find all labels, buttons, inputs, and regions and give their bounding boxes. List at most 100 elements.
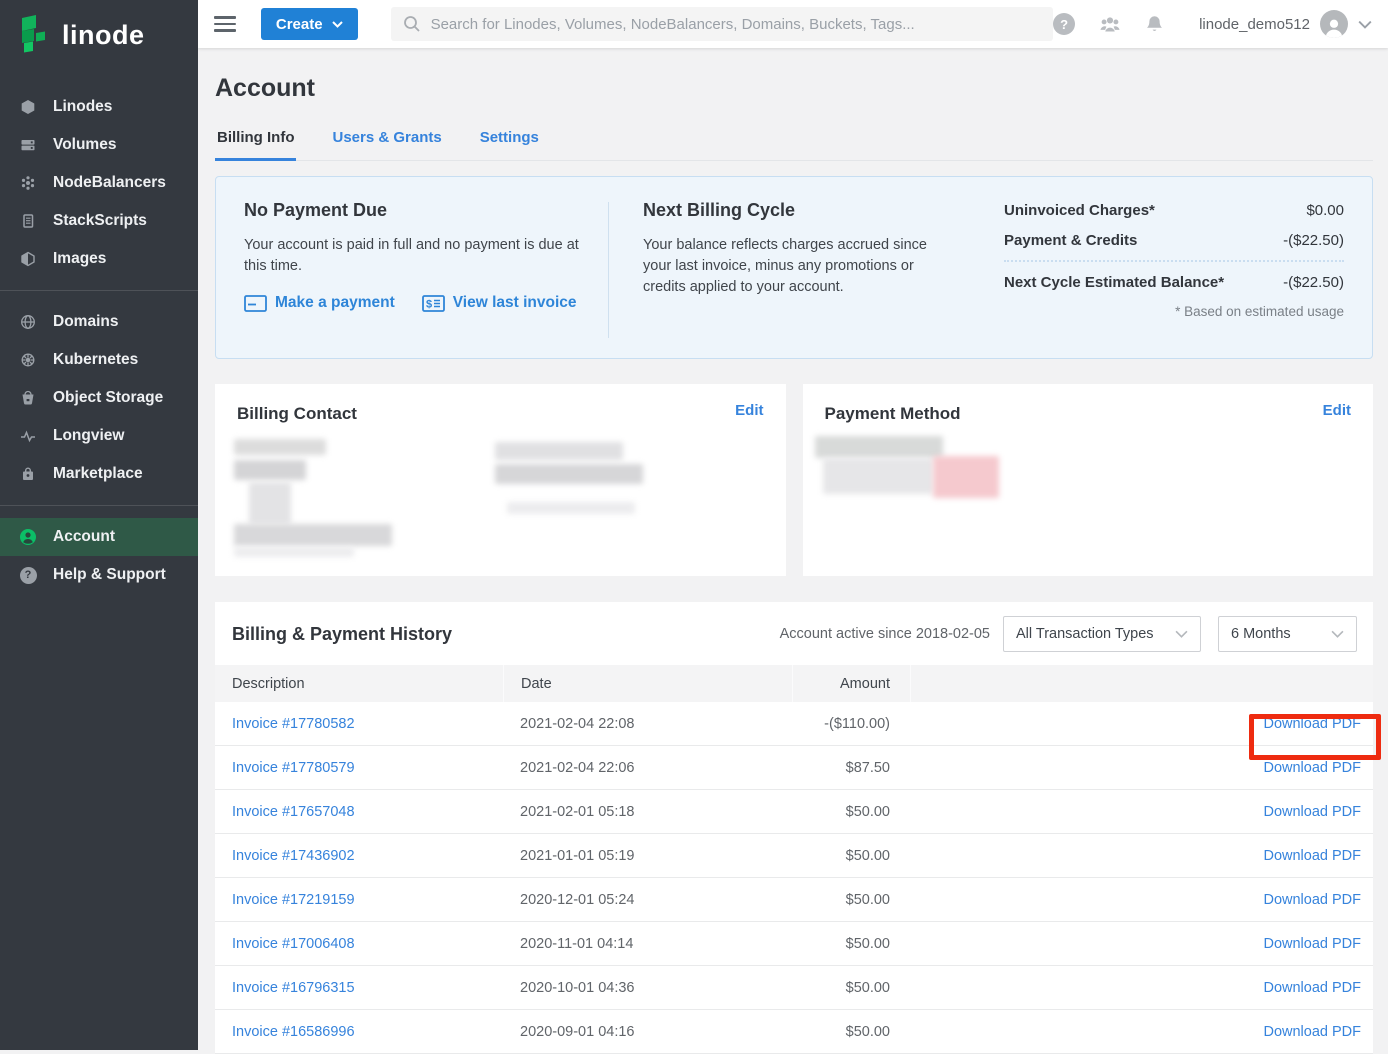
- avatar: [1320, 10, 1348, 38]
- sidebar-item-kubernetes[interactable]: Kubernetes: [0, 341, 198, 379]
- page-title: Account: [215, 74, 1373, 103]
- download-pdf-link[interactable]: Download PDF: [1263, 760, 1361, 776]
- sidebar-item-help-support[interactable]: ? Help & Support: [0, 556, 198, 594]
- sidebar-item-domains[interactable]: Domains: [0, 303, 198, 341]
- chevron-down-icon: [1358, 20, 1372, 29]
- next-billing-cycle-title: Next Billing Cycle: [643, 200, 969, 221]
- tab-settings[interactable]: Settings: [478, 120, 541, 161]
- images-icon: [16, 251, 40, 267]
- sidebar-item-object-storage[interactable]: Object Storage: [0, 379, 198, 417]
- sidebar-item-account[interactable]: Account: [0, 518, 198, 556]
- sidebar: linode Linodes Volumes NodeBalancers Sta…: [0, 0, 198, 1050]
- redacted-text: [249, 482, 291, 524]
- table-row: Invoice #17657048 2021-02-01 05:18 $50.0…: [215, 790, 1373, 834]
- download-pdf-link[interactable]: Download PDF: [1263, 892, 1361, 908]
- download-pdf-link[interactable]: Download PDF: [1263, 804, 1361, 820]
- download-pdf-link[interactable]: Download PDF: [1263, 936, 1361, 952]
- sidebar-divider: [0, 290, 198, 291]
- no-payment-due-body: Your account is paid in full and no paym…: [244, 235, 584, 277]
- download-pdf-link[interactable]: Download PDF: [1263, 1024, 1361, 1040]
- object-storage-icon: [16, 390, 40, 406]
- sidebar-item-marketplace[interactable]: Marketplace: [0, 455, 198, 493]
- payment-method-card: Payment Method Edit: [803, 384, 1374, 576]
- no-payment-due-title: No Payment Due: [244, 200, 584, 221]
- sidebar-item-longview[interactable]: Longview: [0, 417, 198, 455]
- no-payment-due-section: No Payment Due Your account is paid in f…: [244, 200, 608, 358]
- sidebar-item-images[interactable]: Images: [0, 240, 198, 278]
- invoice-amount: $50.00: [792, 892, 910, 908]
- invoice-link[interactable]: Invoice #17780579: [232, 760, 355, 776]
- billing-figures: Uninvoiced Charges* $0.00 Payment & Cred…: [1004, 200, 1344, 358]
- redacted-card-logo: [933, 456, 999, 498]
- invoice-date: 2021-02-01 05:18: [503, 804, 792, 820]
- billing-contact-title: Billing Contact: [237, 404, 764, 424]
- invoice-link[interactable]: Invoice #16796315: [232, 980, 355, 996]
- username: linode_demo512: [1199, 16, 1310, 33]
- invoice-amount: $87.50: [792, 760, 910, 776]
- table-row: Invoice #17780579 2021-02-04 22:06 $87.5…: [215, 746, 1373, 790]
- menu-icon[interactable]: [214, 16, 236, 32]
- download-pdf-link[interactable]: Download PDF: [1263, 716, 1361, 732]
- estimated-balance-value: -($22.50): [1283, 274, 1344, 291]
- invoice-amount: $50.00: [792, 936, 910, 952]
- column-description: Description: [215, 665, 503, 702]
- linode-icon: [16, 99, 40, 115]
- payment-method-title: Payment Method: [825, 404, 1352, 424]
- invoice-link[interactable]: Invoice #17219159: [232, 892, 355, 908]
- column-amount: Amount: [792, 665, 910, 702]
- payment-method-edit-link[interactable]: Edit: [1323, 402, 1351, 419]
- tab-billing-info[interactable]: Billing Info: [215, 120, 296, 161]
- invoice-link[interactable]: Invoice #17780582: [232, 716, 355, 732]
- invoice-link[interactable]: Invoice #17436902: [232, 848, 355, 864]
- invoice-link[interactable]: Invoice #17657048: [232, 804, 355, 820]
- invoice-date: 2020-10-01 04:36: [503, 980, 792, 996]
- next-billing-cycle-section: Next Billing Cycle Your balance reflects…: [609, 200, 969, 358]
- search-input[interactable]: [431, 16, 1041, 33]
- uninvoiced-charges-label: Uninvoiced Charges*: [1004, 202, 1155, 219]
- linode-logo-icon: [16, 15, 52, 55]
- redacted-text: [234, 524, 392, 546]
- invoice-link[interactable]: Invoice #16586996: [232, 1024, 355, 1040]
- download-pdf-link[interactable]: Download PDF: [1263, 848, 1361, 864]
- redacted-card-info: [823, 458, 933, 494]
- invoice-link[interactable]: Invoice #17006408: [232, 936, 355, 952]
- make-payment-link[interactable]: Make a payment: [244, 294, 395, 312]
- notifications-bell-icon[interactable]: [1145, 14, 1164, 35]
- create-button[interactable]: Create: [261, 8, 358, 40]
- community-icon[interactable]: [1098, 15, 1122, 33]
- payment-credits-label: Payment & Credits: [1004, 232, 1137, 249]
- redacted-text: [495, 464, 643, 484]
- download-pdf-link[interactable]: Download PDF: [1263, 980, 1361, 996]
- table-header: Description Date Amount: [215, 665, 1373, 702]
- invoice-amount: $50.00: [792, 1024, 910, 1040]
- billing-contact-card: Billing Contact Edit: [215, 384, 786, 576]
- date-range-select[interactable]: 6 Months: [1218, 616, 1357, 652]
- billing-contact-edit-link[interactable]: Edit: [735, 402, 763, 419]
- search-bar: [391, 7, 1053, 41]
- column-actions: [910, 665, 1373, 702]
- invoice-date: 2021-02-04 22:06: [503, 760, 792, 776]
- linode-logo[interactable]: linode: [0, 0, 198, 70]
- sidebar-item-volumes[interactable]: Volumes: [0, 126, 198, 164]
- invoice-amount: $50.00: [792, 804, 910, 820]
- credit-card-icon: [244, 295, 267, 312]
- volumes-icon: [16, 137, 40, 153]
- user-menu[interactable]: linode_demo512: [1187, 10, 1372, 38]
- search-icon: [403, 15, 421, 33]
- invoice-icon: $: [422, 295, 445, 312]
- next-billing-cycle-body: Your balance reflects charges accrued si…: [643, 235, 953, 298]
- transaction-type-select[interactable]: All Transaction Types: [1003, 616, 1201, 652]
- invoice-amount: -($110.00): [792, 716, 910, 732]
- view-last-invoice-link[interactable]: $ View last invoice: [422, 294, 577, 312]
- main-content: Account Billing Info Users & Grants Sett…: [198, 48, 1388, 1050]
- tab-users-grants[interactable]: Users & Grants: [330, 120, 443, 161]
- help-icon[interactable]: ?: [1053, 13, 1075, 35]
- estimated-usage-footnote: * Based on estimated usage: [1004, 304, 1344, 319]
- brand-name: linode: [62, 20, 145, 51]
- sidebar-item-nodebalancers[interactable]: NodeBalancers: [0, 164, 198, 202]
- marketplace-icon: [16, 466, 40, 482]
- column-date: Date: [503, 665, 792, 702]
- account-active-since: Account active since 2018-02-05: [780, 626, 990, 642]
- sidebar-item-stackscripts[interactable]: StackScripts: [0, 202, 198, 240]
- sidebar-item-linodes[interactable]: Linodes: [0, 88, 198, 126]
